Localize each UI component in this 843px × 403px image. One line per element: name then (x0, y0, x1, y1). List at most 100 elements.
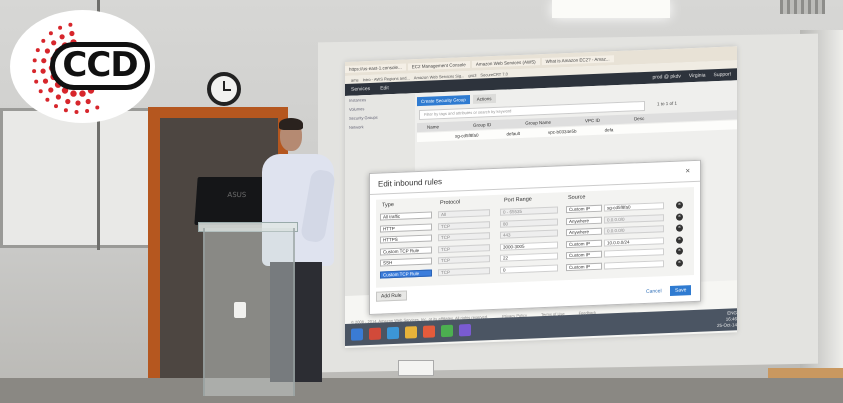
region-menu[interactable]: Virginia (689, 73, 706, 80)
browser-tab[interactable]: EC2 Management Console (407, 60, 470, 70)
delete-rule-icon[interactable]: × (676, 247, 683, 255)
logo-dot (70, 90, 77, 97)
bookmark[interactable]: gro3 (468, 72, 476, 77)
rule-port-input: 0 - 65535 (500, 206, 558, 216)
rule-type-select[interactable]: All traffic (380, 211, 432, 221)
dialog-title: Edit inbound rules (378, 177, 443, 189)
cancel-button[interactable]: Cancel (646, 288, 662, 295)
delete-rule-icon[interactable]: × (676, 258, 683, 267)
clock-date: 25-Oct-14 (716, 322, 737, 329)
rule-source-input[interactable]: 10.0.0.0/24 (604, 236, 664, 247)
power-socket (398, 360, 434, 376)
create-security-group-button[interactable]: Create Security Group (417, 94, 470, 107)
rule-source-select[interactable]: Custom IP (566, 239, 602, 248)
logo-dot (32, 58, 37, 63)
logo-dot (42, 78, 49, 84)
rule-type-select[interactable]: Custom TCP Rule (380, 246, 432, 256)
ie-icon[interactable] (387, 326, 399, 340)
bookmark[interactable]: SecureCRT 7.0 (480, 71, 507, 77)
rule-port-input[interactable]: 3000-3005 (500, 240, 558, 251)
actions-button[interactable]: Actions (472, 93, 496, 104)
logo-dot (65, 98, 71, 105)
language-indicator[interactable]: ENG (727, 310, 737, 315)
wall-clock (207, 72, 241, 106)
logo-dot (55, 94, 62, 100)
laptop-brand: ASUS (227, 191, 247, 199)
rule-source-select[interactable]: Anywhere (566, 227, 602, 237)
rule-source-input[interactable]: sg-cd5f8fa0 (604, 202, 664, 212)
bookmark[interactable]: ams (351, 77, 359, 82)
rule-protocol-field: All (438, 209, 490, 219)
services-menu[interactable]: Services (351, 86, 370, 93)
ccd-logo: CCD (10, 10, 155, 123)
logo-dot (54, 104, 58, 109)
floor (0, 378, 843, 403)
table-cell: sg-cd5f8fa0 (455, 132, 479, 139)
chrome-icon[interactable] (441, 324, 453, 338)
folder-icon[interactable] (405, 326, 417, 339)
rule-protocol-field: TCP (438, 220, 490, 230)
edit-inbound-rules-dialog: Edit inbound rules × Type Protocol Port … (369, 159, 701, 316)
ceiling-light (552, 0, 670, 18)
rule-type-select[interactable]: HTTPS (380, 234, 432, 244)
logo-dot (58, 25, 63, 30)
logo-dot (35, 48, 40, 53)
rule-source-select[interactable]: Custom IP (566, 262, 602, 271)
save-button[interactable]: Save (670, 285, 692, 296)
rule-source-input[interactable]: 0.0.0.0/0 (604, 213, 664, 224)
logo-dot (40, 68, 46, 74)
logo-dot (38, 89, 43, 94)
glass-podium (203, 228, 295, 396)
support-menu[interactable]: Support (713, 71, 731, 78)
table-cell: default (506, 130, 521, 137)
edit-menu[interactable]: Edit (380, 85, 389, 91)
delete-rule-icon[interactable]: × (676, 201, 683, 209)
column-header[interactable]: VPC ID (585, 118, 600, 124)
rule-type-select[interactable]: HTTP (380, 223, 432, 233)
rule-port-input[interactable]: 0 (500, 263, 558, 274)
logo-dot (85, 109, 90, 113)
column-header[interactable]: Name (427, 124, 439, 129)
close-icon[interactable]: × (685, 166, 690, 175)
rule-source-input[interactable] (604, 248, 664, 258)
browser-tab[interactable]: What is Amazon EC2? - Amaz... (541, 54, 614, 65)
app-icon[interactable] (369, 327, 381, 341)
browser-tab[interactable]: Amazon Web Services (AWS) (471, 57, 540, 68)
logo-dot (75, 100, 81, 106)
add-rule-button[interactable]: Add Rule (376, 290, 407, 302)
logo-dot (85, 98, 91, 105)
app-icon[interactable] (459, 323, 471, 337)
rule-port-input: 80 (500, 217, 558, 228)
rule-protocol-field: TCP (438, 232, 490, 242)
col-source-header: Source (568, 194, 586, 202)
column-header[interactable]: Desc (634, 116, 644, 121)
logo-dot (45, 97, 50, 102)
table-cell: defa (604, 127, 614, 133)
start-icon[interactable] (351, 328, 363, 341)
logo-dot (41, 58, 47, 64)
rule-protocol-field: TCP (438, 266, 490, 276)
rule-source-input[interactable] (604, 259, 664, 270)
table-cell: vpc-b0334e5b (548, 128, 577, 135)
column-header[interactable]: Group Name (525, 120, 551, 126)
rule-source-select[interactable]: Custom IP (566, 250, 602, 260)
user-menu[interactable]: prod @ pkdv (652, 74, 680, 81)
rule-source-select[interactable]: Anywhere (566, 216, 602, 225)
delete-rule-icon[interactable]: × (676, 212, 683, 221)
rule-port-input[interactable]: 22 (500, 252, 558, 262)
rule-source-input[interactable]: 0.0.0.0/0 (604, 225, 664, 235)
classroom-photo: https://us-east-1.console... EC2 Managem… (0, 0, 843, 403)
column-header[interactable]: Group ID (473, 122, 491, 128)
delete-rule-icon[interactable]: × (676, 235, 683, 244)
app-icon[interactable] (423, 325, 435, 338)
sidebar-item[interactable]: Network (345, 120, 415, 132)
rule-source-select[interactable]: Custom IP (566, 204, 602, 214)
browser-tab[interactable]: https://us-east-1.console... (345, 63, 406, 73)
rule-type-select[interactable]: Custom TCP Rule (380, 269, 432, 279)
logo-dot (41, 38, 46, 43)
logo-dot (34, 79, 39, 84)
presenter-hair (279, 118, 303, 130)
rule-type-select[interactable]: SSH (380, 257, 432, 267)
paper-cup (234, 302, 246, 318)
delete-rule-icon[interactable]: × (676, 224, 683, 232)
